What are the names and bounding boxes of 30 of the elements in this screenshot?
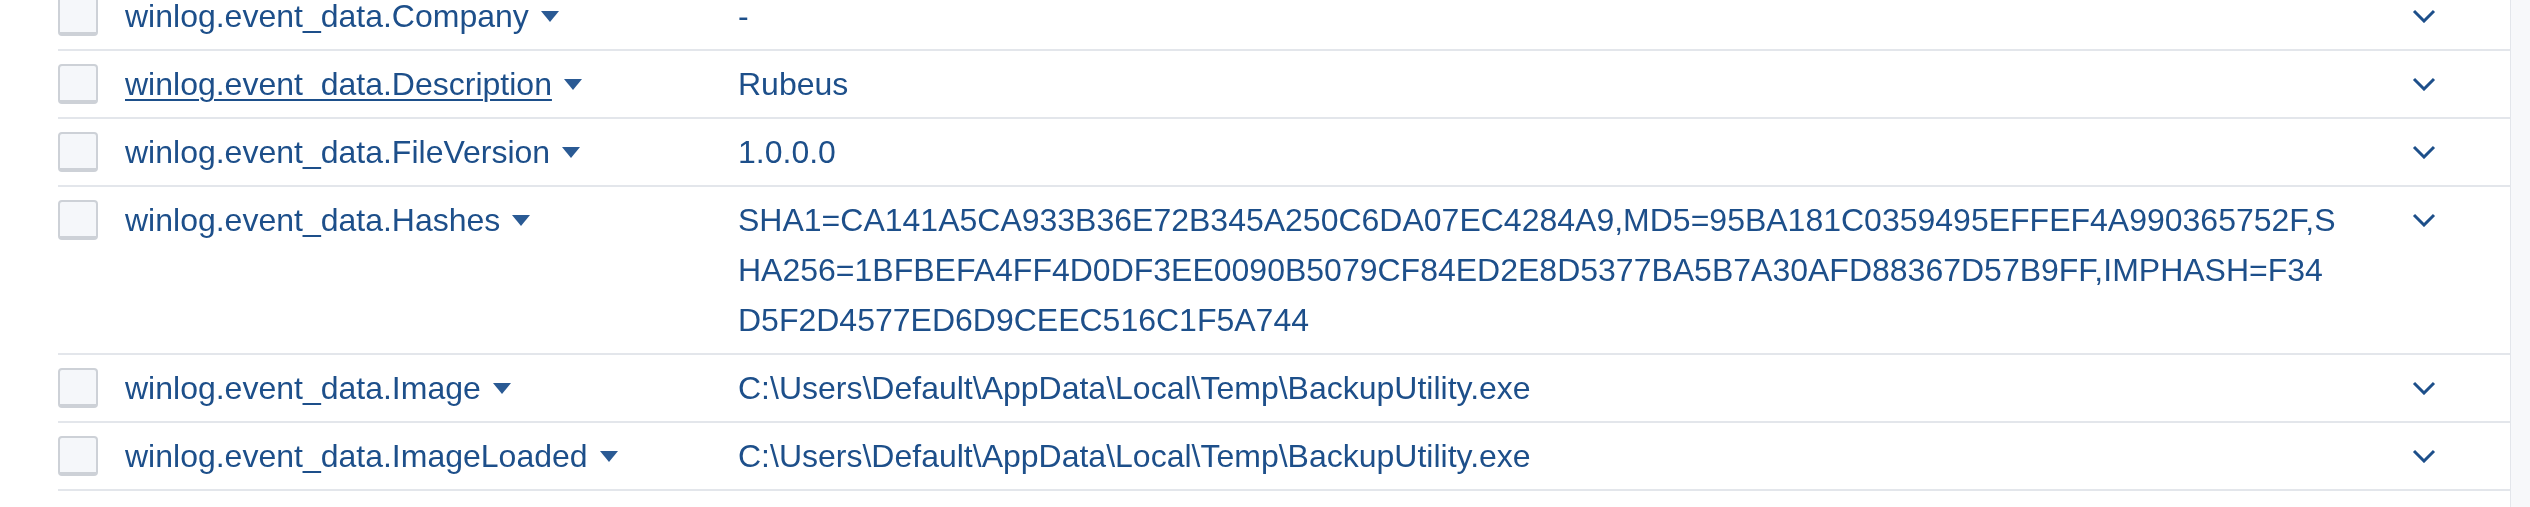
checkbox[interactable]: [58, 0, 98, 36]
caret-icon[interactable]: [562, 146, 581, 158]
field-name-link[interactable]: winlog.event_data.Hashes: [125, 195, 531, 245]
chevron-down-icon[interactable]: [2412, 9, 2436, 23]
caret-icon[interactable]: [492, 382, 511, 394]
field-name-link[interactable]: winlog.event_data.ImageLoaded: [125, 431, 618, 481]
field-value: 1.0.0.0: [738, 133, 837, 172]
field-name-link[interactable]: winlog.event_data.Image: [125, 363, 511, 413]
field-value: C:\Users\Default\AppData\Local\Temp\BackupUtility.exe: [738, 369, 1532, 408]
field-value: SHA1=CA141A5CA933B36E72B345A250C6DA07EC4284A9,MD5=95BA181C0359495EFFEF4A990365752F,SHA256=1BFBEFA4FF4D0DF3EE0090B5079CF84ED2E8D5377BA5B7A30AFD88367D57B9FF,IMPHASH=F34D5F2D4577ED6D9CEEC516C1F5A744: [738, 201, 2337, 340]
chevron-down-icon[interactable]: [2412, 145, 2436, 159]
field-name-link[interactable]: winlog.event_data.FileVersion: [125, 127, 581, 177]
chevron-down-icon[interactable]: [2412, 449, 2436, 463]
caret-icon[interactable]: [599, 450, 618, 462]
checkbox[interactable]: [58, 132, 98, 172]
caret-icon[interactable]: [512, 214, 531, 226]
chevron-down-icon[interactable]: [2412, 213, 2436, 227]
chevron-down-icon[interactable]: [2412, 381, 2436, 395]
caret-icon[interactable]: [563, 78, 582, 90]
checkbox[interactable]: [58, 436, 98, 476]
field-value: C:\Users\Default\AppData\Local\Temp\BackupUtility.exe: [738, 437, 1532, 476]
checkbox[interactable]: [58, 200, 98, 240]
chevron-down-icon[interactable]: [2412, 77, 2436, 91]
field-value: -: [738, 0, 750, 36]
checkbox[interactable]: [58, 368, 98, 408]
caret-icon[interactable]: [540, 10, 559, 22]
field-name-link[interactable]: winlog.event_data.Description: [125, 59, 582, 109]
checkbox[interactable]: [58, 64, 98, 104]
field-value: Rubeus: [738, 65, 850, 104]
field-name-link[interactable]: winlog.event_data.Company: [125, 0, 559, 41]
